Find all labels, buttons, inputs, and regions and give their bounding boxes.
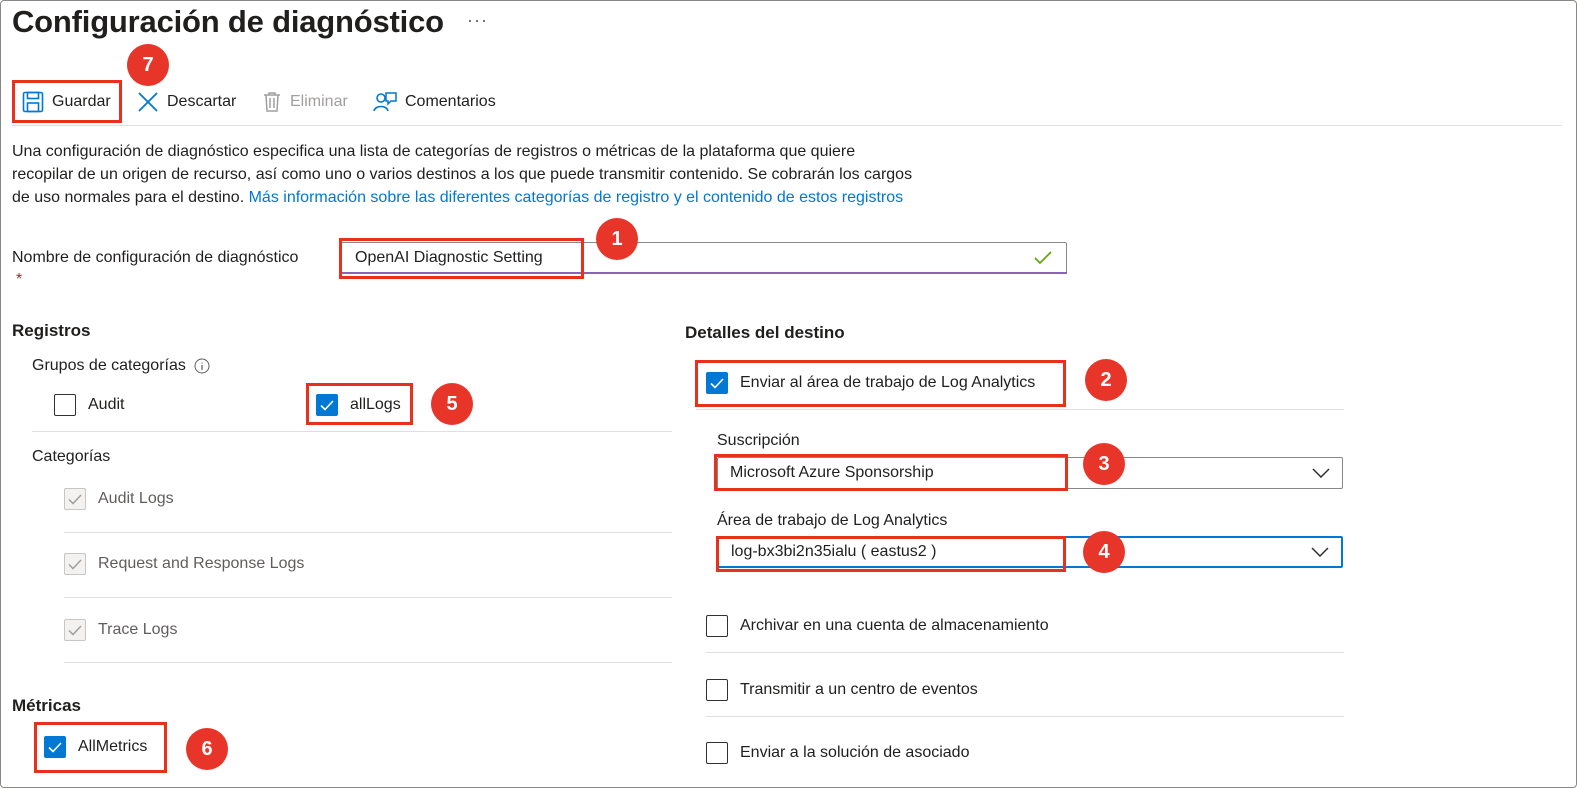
- delete-button[interactable]: Eliminar: [262, 88, 348, 116]
- category-request-response-logs-label: Request and Response Logs: [98, 555, 305, 572]
- category-trace-logs-label: Trace Logs: [98, 621, 178, 638]
- highlight-box-subscription: [714, 454, 1068, 491]
- checkbox-event-hub[interactable]: [706, 679, 728, 701]
- discard-button[interactable]: Descartar: [137, 88, 236, 116]
- checkbox-request-response-logs[interactable]: [64, 553, 86, 575]
- annotation-badge-4: 4: [1083, 531, 1125, 573]
- partner-solution-label: Enviar a la solución de asociado: [740, 744, 970, 761]
- annotation-badge-3: 3: [1083, 443, 1125, 485]
- storage-label: Archivar en una cuenta de almacenamiento: [740, 617, 1049, 634]
- info-icon[interactable]: [194, 358, 210, 374]
- highlight-box-allmetrics: [34, 722, 167, 773]
- checkmark-icon: [68, 624, 82, 636]
- highlight-box-workspace: [716, 536, 1066, 572]
- logs-heading: Registros: [12, 321, 91, 340]
- feedback-label: Comentarios: [405, 93, 496, 110]
- metrics-heading: Métricas: [12, 696, 81, 715]
- more-options-button[interactable]: ···: [467, 10, 488, 31]
- feedback-icon: [373, 92, 397, 112]
- checkbox-partner-solution[interactable]: [706, 742, 728, 764]
- chevron-down-icon: [1311, 547, 1329, 557]
- checkbox-audit[interactable]: [54, 394, 76, 416]
- description: Una configuración de diagnóstico especif…: [12, 140, 917, 209]
- highlight-box-alllogs: [306, 383, 413, 425]
- annotation-badge-2: 2: [1085, 359, 1127, 401]
- divider: [64, 532, 672, 533]
- category-audit-logs[interactable]: Audit Logs: [64, 488, 174, 510]
- toolbar-divider: [12, 125, 1562, 126]
- divider: [696, 409, 1344, 410]
- divider: [32, 431, 672, 432]
- annotation-badge-5: 5: [431, 383, 473, 425]
- event-hub-option[interactable]: Transmitir a un centro de eventos: [706, 679, 978, 701]
- divider: [64, 597, 672, 598]
- workspace-label: Área de trabajo de Log Analytics: [717, 512, 948, 529]
- highlight-box-log-analytics: [695, 360, 1066, 407]
- categories-label: Categorías: [32, 448, 111, 465]
- annotation-badge-1: 1: [596, 218, 638, 260]
- setting-name-label: Nombre de configuración de diagnóstico: [12, 249, 299, 266]
- destination-heading: Detalles del destino: [685, 323, 845, 342]
- trash-icon: [264, 92, 280, 112]
- checkbox-trace-logs[interactable]: [64, 619, 86, 641]
- annotation-badge-7: 7: [127, 44, 169, 86]
- group-audit-label: Audit: [88, 396, 125, 413]
- checkmark-icon: [68, 558, 82, 570]
- chevron-down-icon: [1312, 468, 1330, 478]
- delete-label: Eliminar: [290, 93, 348, 110]
- checkbox-storage-account[interactable]: [706, 615, 728, 637]
- checkbox-audit-logs[interactable]: [64, 488, 86, 510]
- feedback-button[interactable]: Comentarios: [373, 88, 496, 116]
- divider: [706, 652, 1344, 653]
- category-groups-header: Grupos de categorías: [32, 357, 210, 375]
- category-request-response-logs[interactable]: Request and Response Logs: [64, 553, 304, 575]
- subscription-label: Suscripción: [717, 432, 800, 449]
- divider: [706, 716, 1344, 717]
- category-audit-logs-label: Audit Logs: [98, 490, 174, 507]
- close-icon: [138, 92, 158, 112]
- divider: [64, 662, 672, 663]
- storage-option[interactable]: Archivar en una cuenta de almacenamiento: [706, 615, 1049, 637]
- required-marker: *: [16, 271, 23, 288]
- event-hub-label: Transmitir a un centro de eventos: [740, 681, 978, 698]
- valid-check-icon: [1034, 251, 1052, 265]
- category-groups-label: Grupos de categorías: [32, 357, 186, 374]
- annotation-badge-6: 6: [186, 728, 228, 770]
- category-trace-logs[interactable]: Trace Logs: [64, 619, 177, 641]
- partner-solution-option[interactable]: Enviar a la solución de asociado: [706, 742, 969, 764]
- discard-label: Descartar: [167, 93, 237, 110]
- learn-more-link[interactable]: Más información sobre las diferentes cat…: [249, 189, 904, 206]
- highlight-box-save: [12, 80, 122, 123]
- highlight-box-setting-name: [339, 238, 584, 279]
- checkmark-icon: [68, 493, 82, 505]
- group-audit[interactable]: Audit: [54, 394, 124, 416]
- page-title: Configuración de diagnóstico: [12, 4, 444, 39]
